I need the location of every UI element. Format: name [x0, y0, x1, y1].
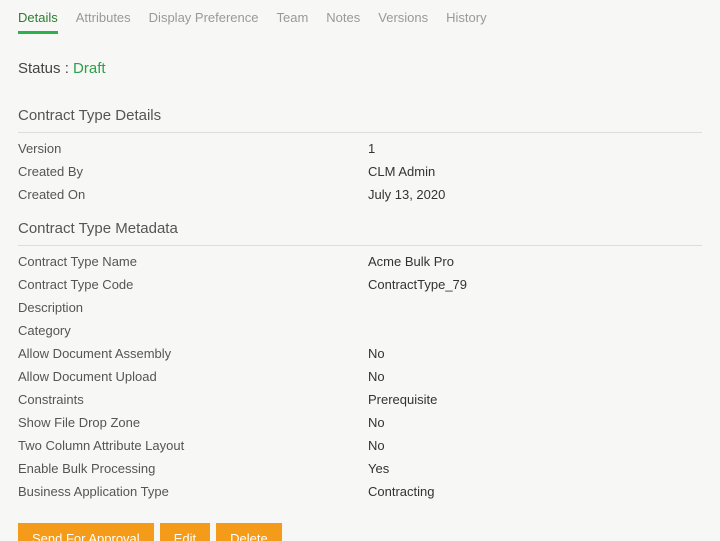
row-allow-document-upload: Allow Document Upload No: [18, 365, 702, 388]
action-bar: Send For Approval Edit Delete: [18, 523, 702, 541]
status-label: Status :: [18, 60, 73, 77]
tab-notes[interactable]: Notes: [326, 6, 360, 34]
row-created-by: Created By CLM Admin: [18, 160, 702, 183]
label-created-by: Created By: [18, 164, 368, 179]
row-created-on: Created On July 13, 2020: [18, 183, 702, 206]
label-enable-bulk-processing: Enable Bulk Processing: [18, 461, 368, 476]
row-show-file-drop-zone: Show File Drop Zone No: [18, 411, 702, 434]
row-constraints: Constraints Prerequisite: [18, 388, 702, 411]
value-constraints: Prerequisite: [368, 392, 437, 407]
edit-button[interactable]: Edit: [160, 523, 210, 541]
row-business-application-type: Business Application Type Contracting: [18, 480, 702, 503]
tab-team[interactable]: Team: [277, 6, 309, 34]
tab-bar: Details Attributes Display Preference Te…: [0, 0, 720, 34]
label-category: Category: [18, 323, 368, 338]
value-show-file-drop-zone: No: [368, 415, 385, 430]
content-area: Status : Draft Contract Type Details Ver…: [0, 34, 720, 541]
label-business-application-type: Business Application Type: [18, 484, 368, 499]
tab-versions[interactable]: Versions: [378, 6, 428, 34]
value-two-column-layout: No: [368, 438, 385, 453]
section-title-details: Contract Type Details: [18, 107, 702, 133]
row-version: Version 1: [18, 137, 702, 160]
value-enable-bulk-processing: Yes: [368, 461, 389, 476]
label-description: Description: [18, 300, 368, 315]
tab-attributes[interactable]: Attributes: [76, 6, 131, 34]
delete-button[interactable]: Delete: [216, 523, 282, 541]
value-business-application-type: Contracting: [368, 484, 434, 499]
row-category: Category: [18, 319, 702, 342]
value-created-on: July 13, 2020: [368, 187, 445, 202]
row-allow-document-assembly: Allow Document Assembly No: [18, 342, 702, 365]
label-contract-type-name: Contract Type Name: [18, 254, 368, 269]
row-contract-type-code: Contract Type Code ContractType_79: [18, 273, 702, 296]
send-for-approval-button[interactable]: Send For Approval: [18, 523, 154, 541]
label-constraints: Constraints: [18, 392, 368, 407]
tab-display-preference[interactable]: Display Preference: [149, 6, 259, 34]
section-title-metadata: Contract Type Metadata: [18, 220, 702, 246]
value-created-by: CLM Admin: [368, 164, 435, 179]
status-line: Status : Draft: [18, 60, 702, 77]
row-enable-bulk-processing: Enable Bulk Processing Yes: [18, 457, 702, 480]
row-contract-type-name: Contract Type Name Acme Bulk Pro: [18, 250, 702, 273]
value-allow-document-assembly: No: [368, 346, 385, 361]
row-description: Description: [18, 296, 702, 319]
value-contract-type-name: Acme Bulk Pro: [368, 254, 454, 269]
label-allow-document-upload: Allow Document Upload: [18, 369, 368, 384]
label-contract-type-code: Contract Type Code: [18, 277, 368, 292]
row-two-column-layout: Two Column Attribute Layout No: [18, 434, 702, 457]
value-contract-type-code: ContractType_79: [368, 277, 467, 292]
label-created-on: Created On: [18, 187, 368, 202]
label-allow-document-assembly: Allow Document Assembly: [18, 346, 368, 361]
status-value: Draft: [73, 60, 106, 77]
tab-details[interactable]: Details: [18, 6, 58, 34]
label-show-file-drop-zone: Show File Drop Zone: [18, 415, 368, 430]
label-version: Version: [18, 141, 368, 156]
value-version: 1: [368, 141, 375, 156]
tab-history[interactable]: History: [446, 6, 486, 34]
value-allow-document-upload: No: [368, 369, 385, 384]
label-two-column-layout: Two Column Attribute Layout: [18, 438, 368, 453]
